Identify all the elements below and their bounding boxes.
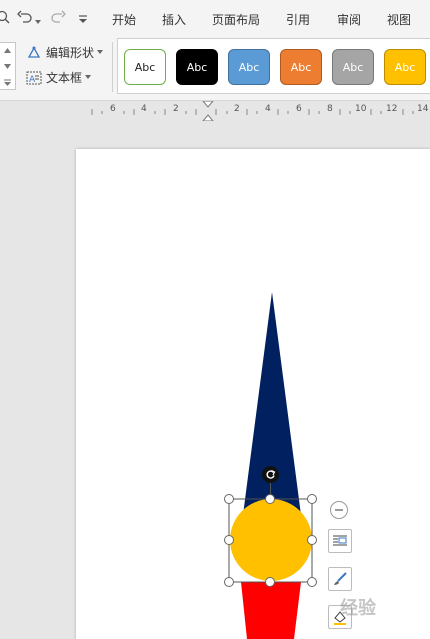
collapse-icon[interactable] [330, 501, 348, 519]
watermark: 经验 [340, 598, 376, 619]
brush-icon[interactable] [328, 567, 352, 591]
resize-handle-top-right[interactable] [307, 494, 317, 504]
resize-handle-bottom-left[interactable] [224, 577, 234, 587]
resize-handle-top-left[interactable] [224, 494, 234, 504]
drawing-canvas [228, 292, 313, 639]
gold-circle-shape[interactable] [230, 499, 312, 581]
layout-options-icon[interactable] [328, 529, 352, 553]
resize-handle-left[interactable] [224, 535, 234, 545]
resize-handle-bottom[interactable] [265, 577, 275, 587]
resize-handle-bottom-right[interactable] [307, 577, 317, 587]
resize-handle-right[interactable] [307, 535, 317, 545]
rotate-icon[interactable] [262, 466, 279, 483]
red-triangle-shape[interactable] [241, 582, 301, 639]
resize-handle-top[interactable] [265, 494, 275, 504]
